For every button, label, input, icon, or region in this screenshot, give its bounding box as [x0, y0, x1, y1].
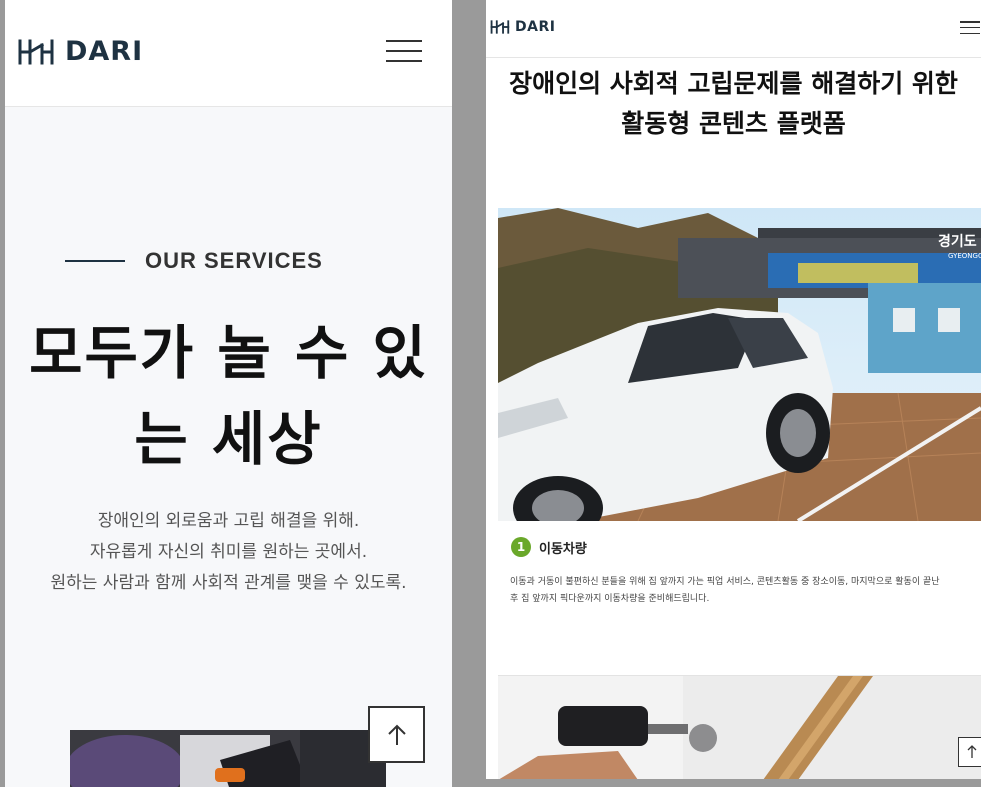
vehicle-photo: 경기도 GYEONGG: [498, 208, 981, 521]
hero-desc-line-3: 원하는 사람과 함께 사회적 관계를 맺을 수 있도록.: [50, 573, 407, 593]
sign-subtext: GYEONGG: [948, 252, 981, 260]
logo-text: DARI: [65, 36, 144, 67]
services-divider: [65, 260, 125, 262]
hero-description: 장애인의 외로움과 고립 해결을 위해. 자유롭게 자신의 취미를 원하는 곳에…: [5, 506, 452, 599]
desc-line-2: 후 집 앞까지 픽다운까지 이동차량을 준비해드립니다.: [510, 594, 710, 604]
hero-title: 모두가 놀 수 있 는 세상: [5, 310, 452, 482]
site-logo[interactable]: DARI: [17, 36, 143, 67]
page-title-line-1: 장애인의 사회적 고립문제를 해결하기 위한: [509, 69, 958, 98]
hero-desc-line-2: 자유롭게 자신의 취미를 원하는 곳에서.: [89, 542, 368, 562]
header-divider: [486, 57, 981, 58]
service-item-heading: 1 이동차량: [511, 537, 587, 557]
arrow-up-icon: [387, 724, 406, 745]
service-thumbnail: [70, 730, 386, 787]
services-label: OUR SERVICES: [145, 248, 323, 273]
hero-desc-line-1: 장애인의 외로움과 고립 해결을 위해.: [97, 511, 360, 531]
hero-title-line-2: 는 세상: [134, 405, 323, 473]
arrow-up-icon: [967, 745, 977, 758]
left-screen: DARI OUR SERVICES 모두가 놀 수 있 는 세상 장애인의 외로…: [5, 0, 452, 787]
services-heading: OUR SERVICES: [65, 248, 323, 274]
service-item-description: 이동과 거동이 불편하신 분들을 위해 집 앞까지 가는 픽업 서비스, 콘텐츠…: [510, 574, 978, 608]
menu-icon[interactable]: [960, 21, 980, 34]
logo-mark-icon: [18, 39, 54, 64]
menu-icon[interactable]: [386, 40, 422, 62]
desc-line-1: 이동과 거동이 불편하신 분들을 위해 집 앞까지 가는 픽업 서비스, 콘텐츠…: [510, 577, 940, 587]
site-logo[interactable]: DARI: [490, 19, 555, 35]
right-screen: DARI 장애인의 사회적 고립문제를 해결하기 위한 활동형 콘텐츠 플랫폼 …: [486, 0, 981, 779]
site-header: DARI: [5, 0, 452, 107]
scroll-top-button[interactable]: [368, 706, 425, 763]
service-item-title: 이동차량: [539, 541, 587, 557]
hero-title-line-1: 모두가 놀 수 있: [29, 319, 428, 387]
sign-text: 경기도: [938, 233, 977, 250]
scroll-top-button[interactable]: [958, 737, 981, 767]
number-badge: 1: [511, 537, 531, 557]
page-title: 장애인의 사회적 고립문제를 해결하기 위한 활동형 콘텐츠 플랫폼: [486, 64, 981, 144]
installation-photo: [498, 675, 981, 779]
logo-text: DARI: [515, 19, 556, 35]
logo-mark-icon: [490, 20, 510, 34]
page-title-line-2: 활동형 콘텐츠 플랫폼: [621, 109, 846, 138]
